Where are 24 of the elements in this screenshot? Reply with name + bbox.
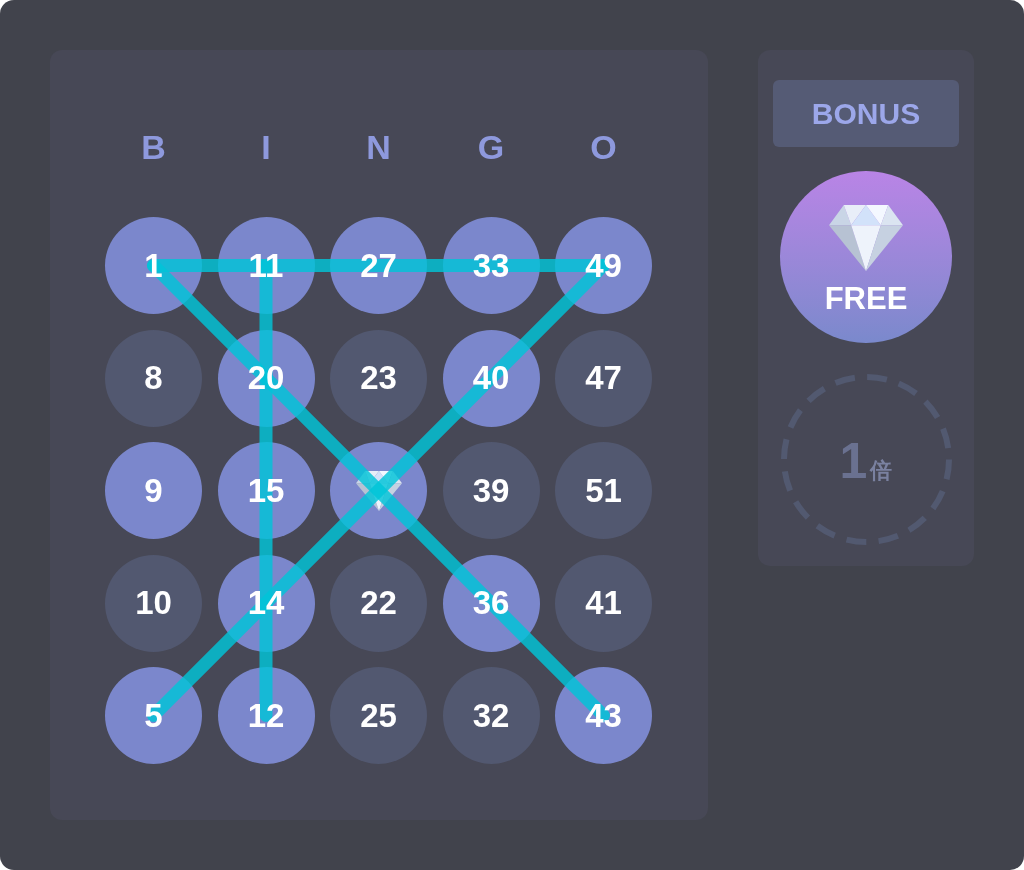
column-letter: G [477, 130, 505, 164]
number-cell[interactable]: 51 [555, 442, 652, 539]
multiplier-unit: 倍 [870, 459, 893, 482]
number-cell[interactable]: 32 [442, 667, 540, 764]
column-letter: B [141, 130, 166, 164]
number-cell[interactable]: 9 [105, 442, 202, 539]
number-cell[interactable]: 41 [555, 554, 652, 652]
number-cell[interactable]: 12 [217, 667, 315, 764]
column-letter: O [590, 130, 617, 164]
number-cell[interactable]: 23 [330, 329, 427, 427]
number-cell[interactable]: 47 [555, 329, 652, 427]
column-letter: N [366, 130, 391, 164]
number-cell[interactable]: 22 [330, 554, 427, 652]
number-cell[interactable]: 25 [330, 667, 427, 764]
number-cell[interactable]: 5 [105, 667, 202, 764]
multiplier-value: 1 [839, 435, 868, 486]
diamond-icon [355, 470, 402, 511]
column-letter: I [261, 130, 271, 164]
number-cell[interactable]: 8 [105, 329, 202, 427]
free-label: FREE [824, 282, 908, 314]
number-cell[interactable]: 10 [105, 554, 202, 652]
diamond-icon [829, 204, 903, 271]
number-cell[interactable]: 39 [442, 442, 540, 539]
bonus-button[interactable]: BONUS [773, 80, 959, 147]
